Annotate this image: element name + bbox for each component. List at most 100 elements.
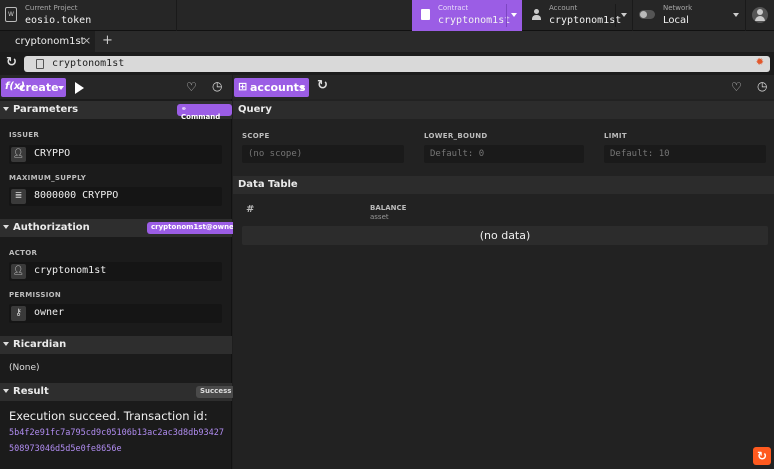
column-balance-type: asset — [370, 213, 389, 221]
scope-label: SCOPE — [242, 132, 270, 140]
coins-icon: ≣ — [11, 189, 26, 204]
table-icon: ⊞ — [238, 80, 248, 93]
lower-bound-label: LOWER_BOUND — [424, 132, 488, 140]
actor-field[interactable]: 👤︎ cryptonom1st — [9, 262, 222, 281]
page-icon — [36, 59, 44, 69]
table-panel: ⊞ accounts ↻ ♡ ◷ Query SCOPE LOWER_BOUND… — [233, 75, 774, 469]
result-text: Execution succeed. Transaction id: — [9, 409, 208, 423]
caret-down-icon — [3, 107, 9, 111]
table-select-label: accounts — [250, 81, 306, 94]
supply-field[interactable]: ≣ 8000000 CRYPPO — [9, 187, 222, 206]
empty-table-row: (no data) — [242, 226, 768, 245]
supply-value: 8000000 CRYPPO — [34, 190, 119, 201]
address-bar-row: ↻ cryptonom1st ✹ — [0, 52, 774, 75]
column-hash: # — [246, 204, 255, 215]
contract-label: Contract — [438, 4, 469, 12]
caret-down-icon — [3, 342, 9, 346]
network-selector[interactable]: Network Local — [633, 0, 745, 31]
action-select[interactable]: f(x) create — [1, 78, 66, 97]
chevron-down-icon[interactable] — [733, 13, 739, 17]
tab-cryptonom1st[interactable]: cryptonom1st × — [0, 31, 95, 52]
parameters-section-header[interactable]: Parameters ⚭ Command — [0, 101, 232, 121]
project-label: Current Project — [25, 4, 78, 12]
app-logo-icon: ↻ — [753, 447, 771, 465]
transaction-id-line-2[interactable]: 508973046d5d5e0fe8656e — [9, 444, 122, 454]
ricardian-body: (None) — [9, 363, 40, 373]
project-value: eosio.token — [25, 15, 92, 26]
key-icon: ⚷ — [11, 306, 26, 321]
favorite-icon[interactable]: ♡ — [186, 80, 197, 94]
authorization-section-header[interactable]: Authorization cryptonom1st@owner — [0, 219, 242, 237]
contract-value: cryptonom1st — [438, 15, 511, 26]
transaction-id-line-1[interactable]: 5b4f2e91fc7a795cd9c05106b13ac2ac3d8db934… — [9, 428, 224, 438]
user-icon: 👤︎ — [11, 147, 26, 162]
user-icon — [532, 9, 541, 20]
query-title: Query — [238, 104, 272, 115]
actor-value: cryptonom1st — [34, 265, 107, 276]
actor-label: ACTOR — [9, 249, 38, 257]
no-data-text: (no data) — [479, 229, 531, 242]
chevron-down-icon[interactable] — [621, 13, 627, 17]
toggle-icon[interactable] — [639, 10, 655, 19]
bug-icon[interactable]: ✹ — [756, 57, 764, 68]
contract-selector[interactable]: Contract cryptonom1st — [412, 0, 522, 31]
ricardian-title: Ricardian — [13, 339, 67, 350]
issuer-label: ISSUER — [9, 131, 40, 139]
refresh-icon[interactable]: ↻ — [317, 78, 328, 93]
account-label: Account — [549, 4, 578, 12]
network-label: Network — [663, 4, 693, 12]
document-icon — [421, 9, 430, 20]
issuer-value: CRYPPO — [34, 148, 71, 159]
chevron-down-icon — [58, 86, 64, 90]
permission-badge: cryptonom1st@owner — [147, 222, 242, 234]
authorization-title: Authorization — [13, 222, 90, 233]
result-section-header[interactable]: Result Success — [0, 383, 236, 401]
data-table-title: Data Table — [238, 179, 298, 190]
address-bar[interactable]: cryptonom1st ✹ — [24, 56, 770, 72]
permission-label: PERMISSION — [9, 291, 62, 299]
user-icon: 👤︎ — [11, 264, 26, 279]
limit-label: LIMIT — [604, 132, 627, 140]
refresh-icon[interactable]: ↻ — [6, 55, 17, 70]
address-value: cryptonom1st — [52, 58, 125, 69]
account-selector[interactable]: Account cryptonom1st — [522, 0, 632, 31]
chevron-down-icon[interactable] — [511, 13, 517, 17]
project-icon: W — [5, 7, 17, 22]
link-icon: ⚭ — [181, 105, 187, 113]
top-bar: W Current Project eosio.token Contract c… — [0, 0, 774, 31]
issuer-field[interactable]: 👤︎ CRYPPO — [9, 145, 222, 164]
history-icon[interactable]: ◷ — [757, 79, 767, 93]
avatar[interactable] — [752, 7, 768, 23]
column-balance: BALANCE — [370, 204, 407, 212]
action-toolbar: f(x) create ♡ ◷ — [0, 75, 232, 99]
permission-value: owner — [34, 307, 65, 318]
query-header: Query — [233, 101, 774, 119]
data-table-header: Data Table — [233, 176, 774, 194]
new-tab-button[interactable]: + — [102, 33, 113, 48]
parameters-title: Parameters — [13, 104, 79, 115]
history-icon[interactable]: ◷ — [212, 79, 222, 93]
table-select[interactable]: ⊞ accounts — [234, 78, 309, 97]
action-panel: f(x) create ♡ ◷ Parameters ⚭ Command ISS… — [0, 75, 242, 469]
project-selector[interactable]: W Current Project eosio.token — [0, 0, 176, 31]
caret-down-icon — [3, 389, 9, 393]
favorite-icon[interactable]: ♡ — [731, 80, 742, 94]
account-value: cryptonom1st — [549, 15, 622, 26]
result-title: Result — [13, 386, 49, 397]
tab-label: cryptonom1st — [15, 36, 85, 47]
scope-input[interactable] — [242, 145, 404, 163]
supply-label: MAXIMUM_SUPPLY — [9, 174, 87, 182]
close-icon[interactable]: × — [82, 34, 91, 47]
ricardian-section-header[interactable]: Ricardian — [0, 336, 232, 354]
chevron-down-icon — [299, 86, 305, 90]
table-toolbar: ⊞ accounts ↻ ♡ ◷ — [233, 75, 774, 99]
command-badge[interactable]: ⚭ Command — [177, 104, 232, 121]
permission-field[interactable]: ⚷ owner — [9, 304, 222, 323]
tab-bar: cryptonom1st × + — [0, 31, 774, 52]
command-badge-label: Command — [181, 113, 221, 121]
play-icon[interactable] — [75, 82, 84, 94]
action-label: create — [19, 81, 59, 94]
success-badge: Success — [196, 386, 236, 398]
lower-bound-input[interactable] — [424, 145, 584, 163]
limit-input[interactable] — [604, 145, 766, 163]
